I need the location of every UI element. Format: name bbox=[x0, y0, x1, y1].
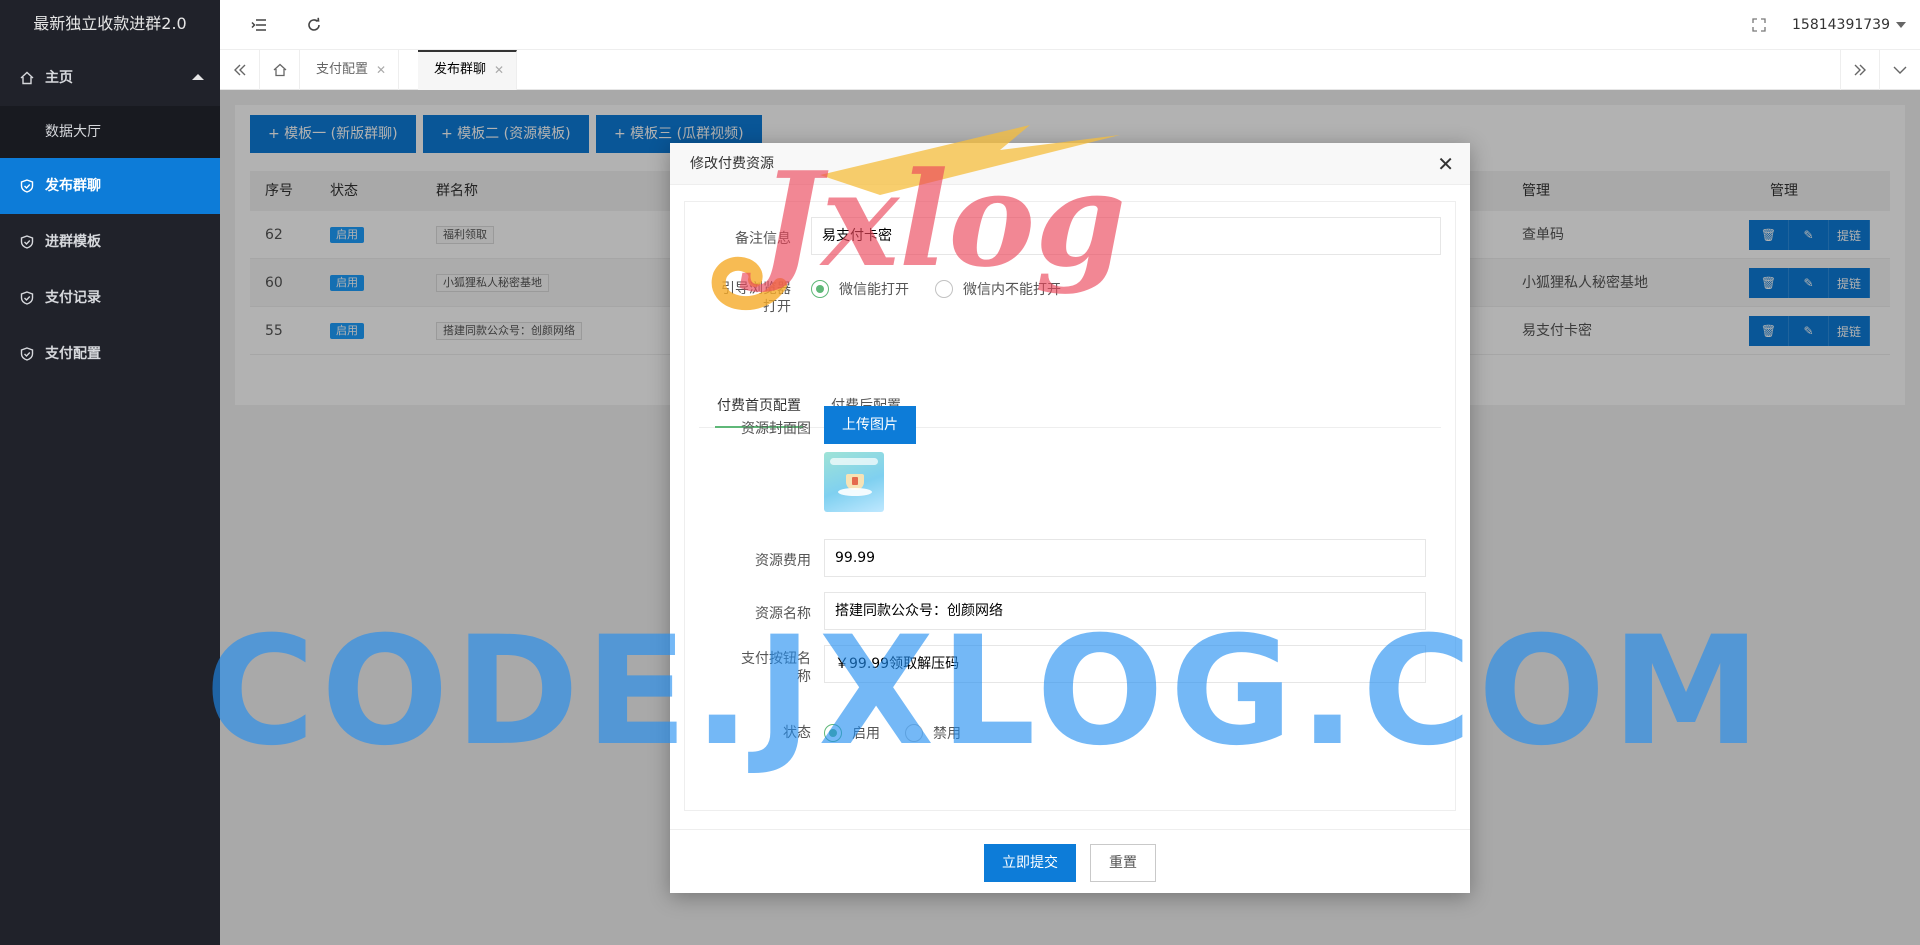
status-label: 状态 bbox=[783, 725, 811, 741]
home-tab-icon[interactable] bbox=[260, 50, 300, 90]
radio-label: 微信内不能打开 bbox=[963, 282, 1061, 298]
radio-dot bbox=[811, 280, 829, 298]
chevron-down-icon[interactable] bbox=[1880, 50, 1920, 90]
close-icon[interactable]: ✕ bbox=[376, 50, 386, 90]
sidebar-item-home[interactable]: 主页 bbox=[0, 50, 220, 106]
pay-button-name-input[interactable]: ￥99.99领取解压码 bbox=[824, 645, 1426, 683]
submit-button[interactable]: 立即提交 bbox=[984, 844, 1076, 882]
sidebar-item-data-hall[interactable]: 数据大厅 bbox=[0, 106, 220, 158]
sidebar-item-label: 支付记录 bbox=[45, 290, 101, 306]
modal-title: 修改付费资源 bbox=[690, 156, 774, 172]
resource-name-label: 资源名称 bbox=[755, 606, 811, 622]
wechat-open-radio[interactable]: 微信能打开 bbox=[811, 279, 909, 299]
sidebar-item-payment-config[interactable]: 支付配置 bbox=[0, 326, 220, 382]
tab-label: 发布群聊 bbox=[434, 62, 487, 77]
menu-collapse-icon[interactable] bbox=[248, 14, 270, 36]
radio-dot bbox=[905, 724, 923, 742]
close-icon[interactable]: ✕ bbox=[494, 52, 504, 88]
pay-button-label-line2: 称 bbox=[797, 669, 811, 685]
user-phone: 15814391739 bbox=[1792, 17, 1890, 33]
fullscreen-icon[interactable] bbox=[1748, 14, 1770, 36]
shield-check-icon bbox=[20, 214, 34, 270]
sidebar-item-label: 进群模板 bbox=[45, 234, 101, 250]
modal-header: 修改付费资源 ✕ bbox=[670, 143, 1470, 185]
tabs-bar: 支付配置 ✕ 发布群聊 ✕ bbox=[220, 50, 1920, 90]
app-title: 最新独立收款进群2.0 bbox=[0, 0, 220, 50]
radio-label: 微信能打开 bbox=[839, 282, 909, 298]
pay-button-label-line1: 支付按钮名 bbox=[741, 651, 811, 667]
radio-dot bbox=[824, 724, 842, 742]
top-header: 15814391739 bbox=[220, 0, 1920, 50]
remark-label: 备注信息 bbox=[735, 231, 791, 247]
thumb-banner bbox=[830, 458, 878, 465]
shield-check-icon bbox=[20, 270, 34, 326]
wechat-no-open-radio[interactable]: 微信内不能打开 bbox=[935, 279, 1061, 299]
sidebar-item-payment-records[interactable]: 支付记录 bbox=[0, 270, 220, 326]
radio-label: 启用 bbox=[852, 726, 880, 742]
thumb-plate bbox=[838, 488, 872, 496]
modal-footer: 立即提交 重置 bbox=[670, 829, 1470, 893]
sidebar-item-publish-group[interactable]: 发布群聊 bbox=[0, 158, 220, 214]
browser-guide-label-line1: 引导浏览器 bbox=[721, 281, 791, 297]
fee-label: 资源费用 bbox=[755, 553, 811, 569]
resource-name-input[interactable]: 搭建同款公众号：创颜网络 bbox=[824, 592, 1426, 630]
caret-down-icon bbox=[1896, 22, 1906, 28]
scroll-left-icon[interactable] bbox=[220, 50, 260, 90]
tab-payment-config[interactable]: 支付配置 ✕ bbox=[300, 50, 400, 90]
refresh-icon[interactable] bbox=[303, 14, 325, 36]
pay-button-name-label: 支付按钮名 称 bbox=[705, 650, 811, 686]
radio-label: 禁用 bbox=[933, 726, 961, 742]
cover-label: 资源封面图 bbox=[741, 421, 811, 437]
shield-check-icon bbox=[20, 158, 34, 214]
user-menu[interactable]: 15814391739 bbox=[1792, 0, 1906, 50]
sidebar-submenu: 数据大厅 bbox=[0, 106, 220, 158]
shield-check-icon bbox=[20, 326, 34, 382]
fee-input[interactable]: 99.99 bbox=[824, 539, 1426, 577]
cover-thumbnail bbox=[824, 452, 884, 512]
scroll-right-icon[interactable] bbox=[1840, 50, 1880, 90]
browser-guide-label-line2: 打开 bbox=[763, 299, 791, 315]
sidebar-item-label: 发布群聊 bbox=[45, 178, 101, 194]
sidebar-item-group-template[interactable]: 进群模板 bbox=[0, 214, 220, 270]
remark-input[interactable]: 易支付卡密 bbox=[811, 217, 1441, 255]
upload-image-button[interactable]: 上传图片 bbox=[824, 406, 916, 444]
status-enabled-radio[interactable]: 启用 bbox=[824, 723, 880, 743]
close-icon[interactable]: ✕ bbox=[1437, 143, 1454, 185]
tab-label: 支付配置 bbox=[316, 62, 369, 77]
reset-button[interactable]: 重置 bbox=[1090, 844, 1156, 882]
browser-guide-label: 引导浏览器 打开 bbox=[685, 280, 791, 316]
radio-dot bbox=[935, 280, 953, 298]
sidebar-item-label: 数据大厅 bbox=[45, 124, 101, 140]
sidebar: 最新独立收款进群2.0 主页 数据大厅 发布群聊 进群模板 支付记录 支付配置 bbox=[0, 0, 220, 945]
edit-paid-resource-modal: 修改付费资源 ✕ 备注信息 易支付卡密 引导浏览器 打开 微信能打开 微信内不能… bbox=[670, 143, 1470, 893]
status-disabled-radio[interactable]: 禁用 bbox=[905, 723, 961, 743]
tab-publish-group[interactable]: 发布群聊 ✕ bbox=[418, 50, 518, 90]
chevron-up-icon bbox=[192, 74, 204, 80]
sidebar-item-label: 主页 bbox=[45, 70, 73, 86]
modal-form: 备注信息 易支付卡密 引导浏览器 打开 微信能打开 微信内不能打开 付费首页配置… bbox=[684, 201, 1456, 811]
sidebar-item-label: 支付配置 bbox=[45, 346, 101, 362]
home-icon bbox=[20, 50, 34, 106]
